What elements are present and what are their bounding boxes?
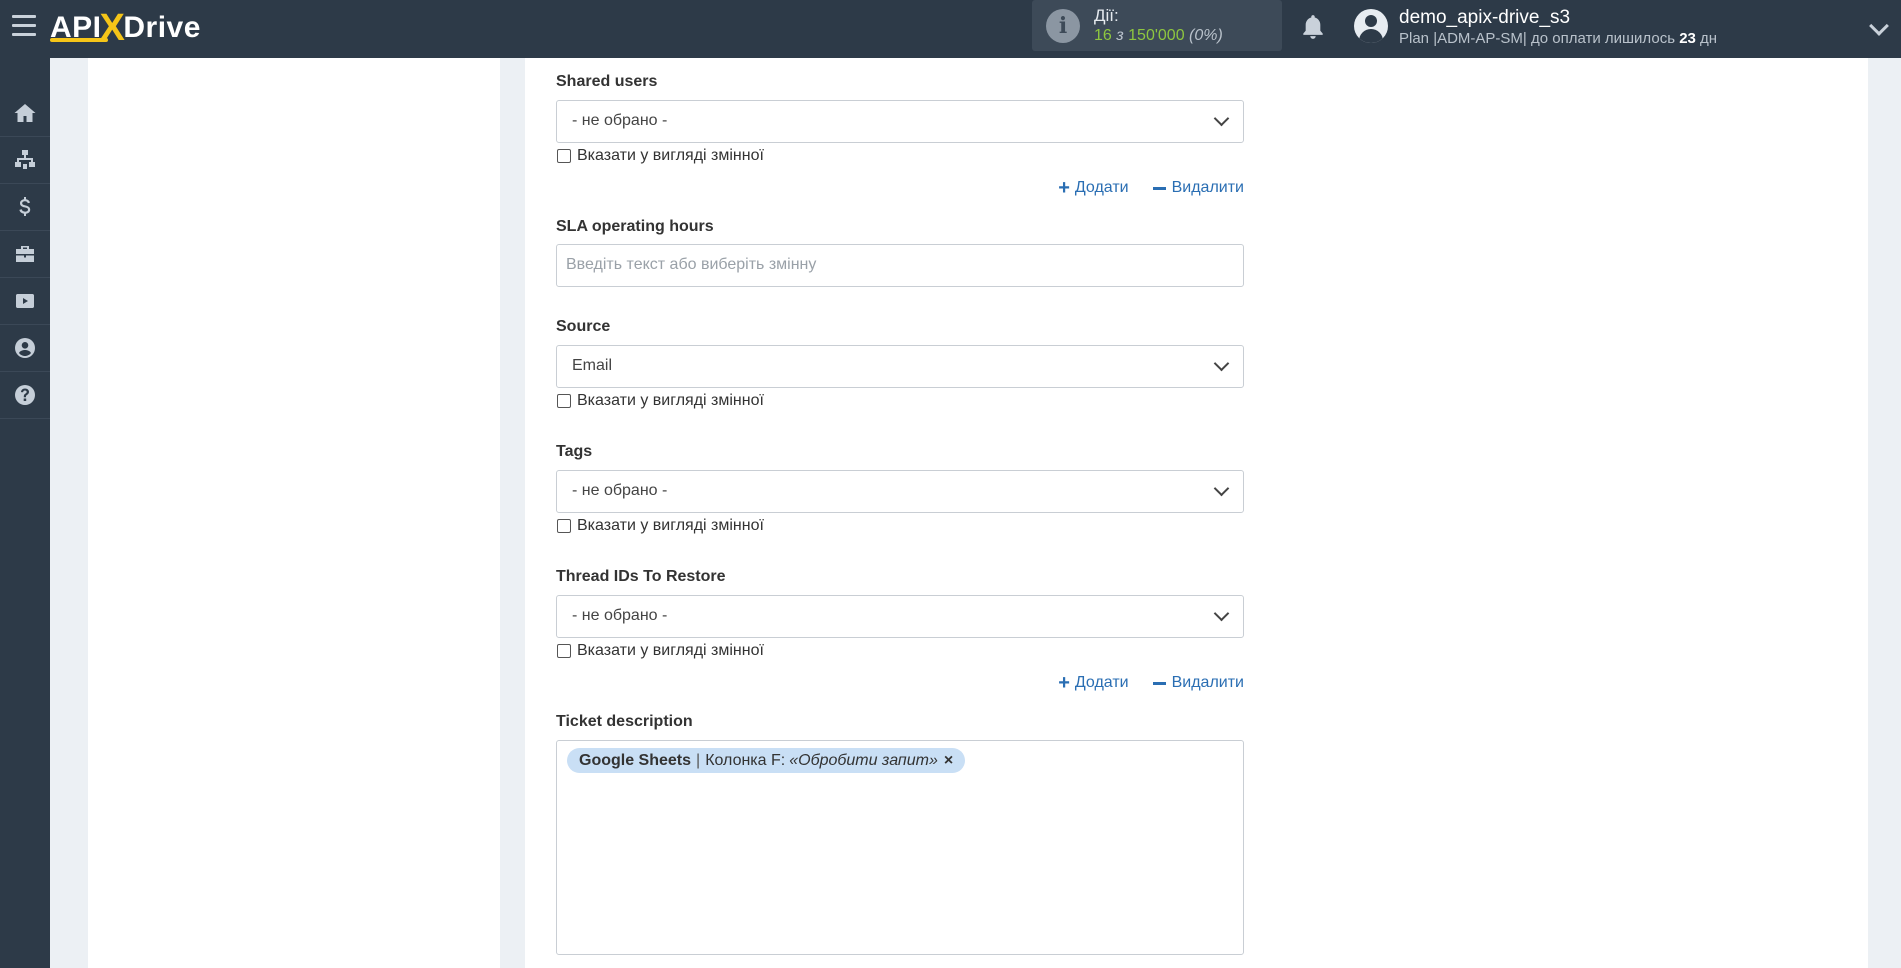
- checkbox-box[interactable]: [557, 394, 571, 408]
- thread-ids-add-remove: + Додати Видалити: [1034, 672, 1244, 694]
- menu-icon[interactable]: [12, 15, 36, 37]
- logo-underline: [50, 38, 108, 42]
- sidebar-item-projects[interactable]: [0, 231, 50, 278]
- actions-counter[interactable]: i Дії: 16 з 150'000 (0%): [1032, 0, 1282, 51]
- youtube-icon: [16, 294, 34, 308]
- help-icon: [15, 385, 35, 405]
- thread-ids-checkbox-label: Вказати у вигляді змінної: [577, 642, 764, 659]
- thread-ids-select[interactable]: - не обрано -: [556, 595, 1244, 638]
- actions-total: 150'000: [1128, 27, 1185, 44]
- bell-icon[interactable]: [1300, 13, 1326, 41]
- actions-value: 16 з 150'000 (0%): [1094, 27, 1223, 45]
- source-label: Source: [556, 318, 611, 335]
- tag-field: Колонка F:: [705, 751, 786, 769]
- plan-prefix: Plan |ADM-AP-SM| до оплати лишилось: [1399, 30, 1676, 47]
- actions-of: з: [1116, 27, 1124, 44]
- shared-users-add-remove: + Додати Видалити: [1034, 177, 1244, 199]
- home-icon: [14, 104, 36, 122]
- sidebar-item-billing[interactable]: [0, 184, 50, 231]
- remove-button[interactable]: Видалити: [1152, 179, 1244, 197]
- source-select[interactable]: Email: [556, 345, 1244, 388]
- shared-users-value: - не обрано -: [572, 112, 668, 129]
- avatar[interactable]: [1354, 9, 1388, 43]
- sidebar-item-help[interactable]: [0, 372, 50, 419]
- tags-variable-checkbox[interactable]: Вказати у вигляді змінної: [557, 517, 764, 535]
- remove-button[interactable]: Видалити: [1152, 674, 1244, 692]
- tag-source: Google Sheets: [579, 751, 692, 769]
- sidebar-item-connections[interactable]: [0, 137, 50, 184]
- sla-input[interactable]: Введіть текст або виберіть змінну: [556, 244, 1244, 287]
- sidebar: [0, 58, 50, 968]
- add-button[interactable]: + Додати: [1058, 177, 1129, 199]
- logo-text-right: Drive: [123, 11, 201, 44]
- source-value: Email: [572, 357, 613, 374]
- shared-users-select[interactable]: - не обрано -: [556, 100, 1244, 143]
- logo-text-x: X: [99, 6, 126, 49]
- thread-ids-value: - не обрано -: [572, 607, 668, 624]
- user-circle-icon: [15, 338, 35, 358]
- chevron-down-icon: [1213, 480, 1230, 497]
- shared-users-variable-checkbox[interactable]: Вказати у вигляді змінної: [557, 147, 764, 165]
- add-button-label: Додати: [1074, 179, 1129, 196]
- info-icon: i: [1046, 9, 1080, 43]
- ticket-description-textarea[interactable]: Google Sheets | Колонка F: «Обробити зап…: [556, 740, 1244, 955]
- checkbox-box[interactable]: [557, 644, 571, 658]
- shared-users-label: Shared users: [556, 73, 658, 90]
- plan-days: 23: [1679, 30, 1696, 47]
- tag-value: «Обробити запит»: [789, 751, 938, 769]
- add-button[interactable]: + Додати: [1058, 672, 1129, 694]
- chevron-down-icon: [1213, 110, 1230, 127]
- tags-value: - не обрано -: [572, 482, 668, 499]
- checkbox-box[interactable]: [557, 149, 571, 163]
- user-name[interactable]: demo_apix-drive_s3: [1399, 7, 1570, 29]
- dollar-icon: [19, 197, 31, 216]
- variable-tag[interactable]: Google Sheets | Колонка F: «Обробити зап…: [567, 748, 966, 773]
- thread-ids-label: Thread IDs To Restore: [556, 568, 726, 585]
- tags-label: Tags: [556, 443, 593, 460]
- tags-select[interactable]: - не обрано -: [556, 470, 1244, 513]
- tags-checkbox-label: Вказати у вигляді змінної: [577, 517, 764, 534]
- actions-percent: (0%): [1189, 27, 1223, 44]
- source-variable-checkbox[interactable]: Вказати у вигляді змінної: [557, 392, 764, 410]
- ticket-description-label: Ticket description: [556, 713, 693, 730]
- sidebar-item-video[interactable]: [0, 278, 50, 325]
- plan-suffix: дн: [1700, 30, 1718, 47]
- chevron-down-icon: [1213, 355, 1230, 372]
- minus-icon: [1152, 186, 1166, 190]
- thread-ids-variable-checkbox[interactable]: Вказати у вигляді змінної: [557, 642, 764, 660]
- sla-label: SLA operating hours: [556, 218, 714, 235]
- close-icon[interactable]: ×: [944, 752, 953, 770]
- top-bar: API X Drive i Дії: 16 з 150'000 (0%) demo_…: [0, 0, 1901, 58]
- actions-count: 16: [1094, 27, 1112, 44]
- actions-label: Дії:: [1094, 6, 1119, 25]
- briefcase-icon: [16, 246, 34, 262]
- chevron-down-icon[interactable]: [1869, 16, 1889, 36]
- add-button-label: Додати: [1074, 674, 1129, 691]
- left-panel: [88, 58, 500, 968]
- source-checkbox-label: Вказати у вигляді змінної: [577, 392, 764, 409]
- user-plan: Plan |ADM-AP-SM| до оплати лишилось 23 д…: [1399, 30, 1717, 47]
- chevron-down-icon: [1213, 605, 1230, 622]
- plus-icon: +: [1058, 672, 1070, 694]
- sidebar-item-home[interactable]: [0, 90, 50, 137]
- logo[interactable]: API X Drive: [50, 6, 201, 49]
- minus-icon: [1152, 681, 1166, 685]
- shared-users-checkbox-label: Вказати у вигляді змінної: [577, 147, 764, 164]
- checkbox-box[interactable]: [557, 519, 571, 533]
- sitemap-icon: [15, 150, 35, 169]
- plus-icon: +: [1058, 177, 1070, 199]
- tag-separator: |: [696, 751, 701, 769]
- sidebar-item-profile[interactable]: [0, 325, 50, 372]
- remove-button-label: Видалити: [1171, 674, 1244, 691]
- remove-button-label: Видалити: [1171, 179, 1244, 196]
- sla-placeholder: Введіть текст або виберіть змінну: [566, 256, 817, 273]
